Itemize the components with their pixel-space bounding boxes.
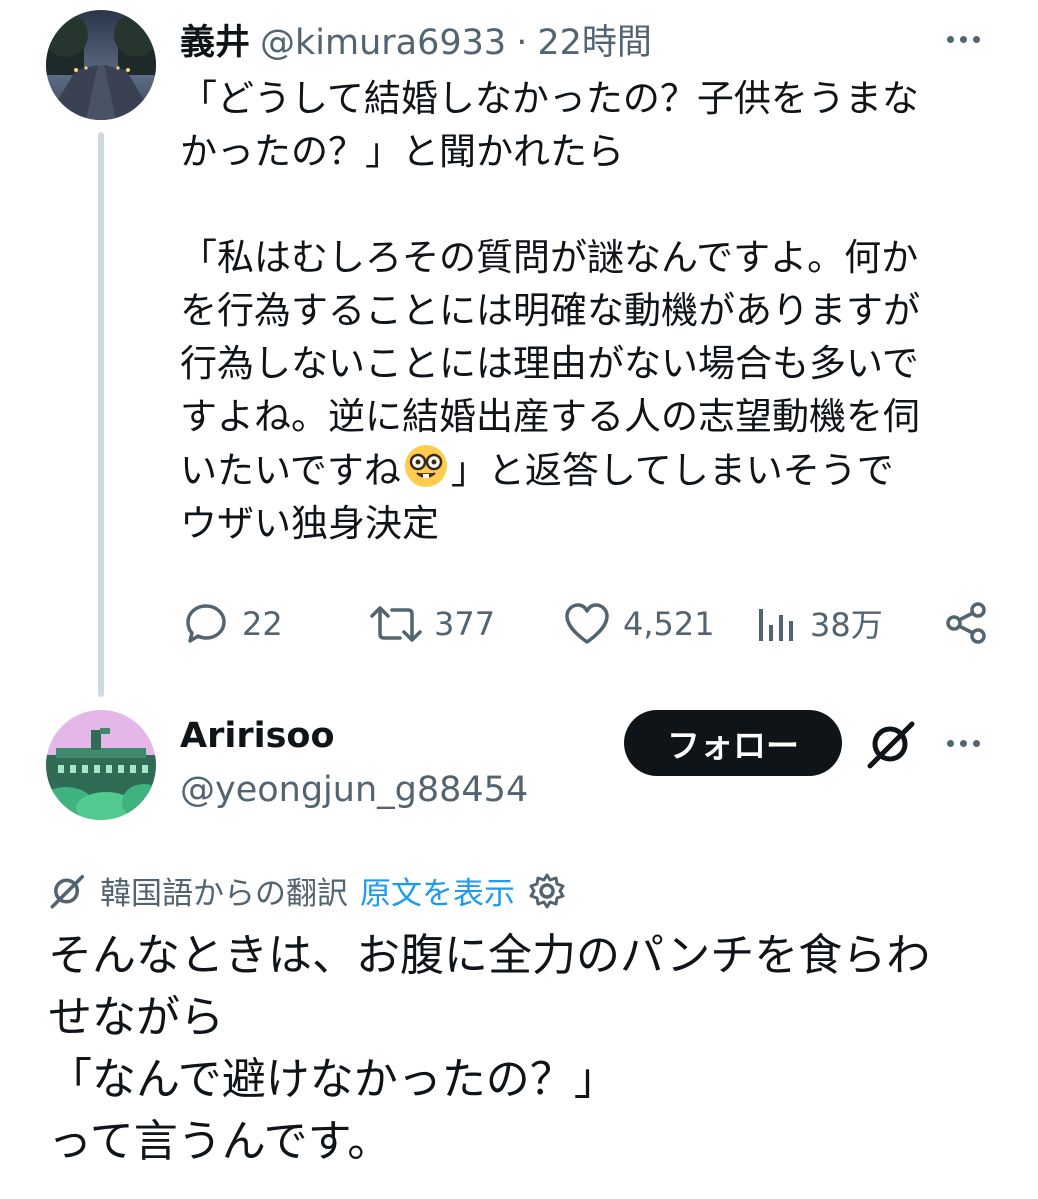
share-icon [946, 602, 986, 644]
translate-icon [50, 874, 85, 908]
follow-button[interactable]: フォロー [624, 710, 842, 776]
avatar-kimura6933[interactable] [46, 10, 156, 120]
retweet-icon [370, 606, 422, 642]
views-action[interactable]: 38万 [756, 600, 883, 646]
translation-label: 韓国語からの翻訳 [100, 876, 348, 912]
show-original-link[interactable]: 原文を表示 [360, 868, 515, 913]
share-button[interactable] [944, 600, 990, 650]
more-icon[interactable] [947, 36, 980, 43]
retweet-count: 377 [434, 605, 496, 643]
avatar-street-image [46, 10, 156, 120]
views-count: 38万 [810, 606, 883, 644]
reply-body: そんなときは、お腹に全力のパンチを食らわ せながら 「なんで避けなかったの？」 … [48, 930, 931, 1167]
avatar-yeongjun_g88454[interactable] [46, 710, 156, 820]
retweet-action[interactable]: 377 [370, 600, 495, 648]
tweet-body: 「どうして結婚しなかったの？子供をうまな かったの？」と聞かれたら 「私はむしろ… [180, 72, 1010, 550]
avatar-pixel-building-image [46, 710, 156, 820]
thread-connector-line [98, 132, 104, 697]
tweet-body-text-1: 「どうして結婚しなかったの？子供をうまな かったの？」と聞かれたら 「私はむしろ… [180, 77, 920, 492]
settings-icon[interactable] [527, 871, 567, 911]
more-icon-2[interactable] [947, 740, 980, 747]
display-name-2[interactable]: Aririsoo [180, 716, 335, 756]
translation-bar: 韓国語からの翻訳 原文を表示 [48, 868, 567, 913]
user-handle-2[interactable]: @yeongjun_g88454 [180, 770, 528, 810]
user-handle[interactable]: @kimura6933 [260, 23, 506, 63]
display-name[interactable]: 義井 [180, 14, 250, 65]
grok-icon [867, 721, 915, 769]
meta-separator: · [516, 23, 528, 63]
reply-count: 22 [242, 605, 283, 643]
like-action[interactable]: 4,521 [563, 600, 715, 648]
reply-icon [186, 604, 226, 643]
nerd-face-emoji [403, 443, 449, 489]
views-icon [759, 609, 793, 641]
like-icon [565, 603, 609, 644]
tweet-timestamp[interactable]: 22時間 [537, 14, 652, 65]
like-count: 4,521 [623, 605, 715, 643]
tweet-header: 義井 @kimura6933 · 22時間 [180, 14, 652, 65]
reply-action[interactable]: 22 [182, 600, 283, 648]
grok-button[interactable] [864, 716, 920, 776]
